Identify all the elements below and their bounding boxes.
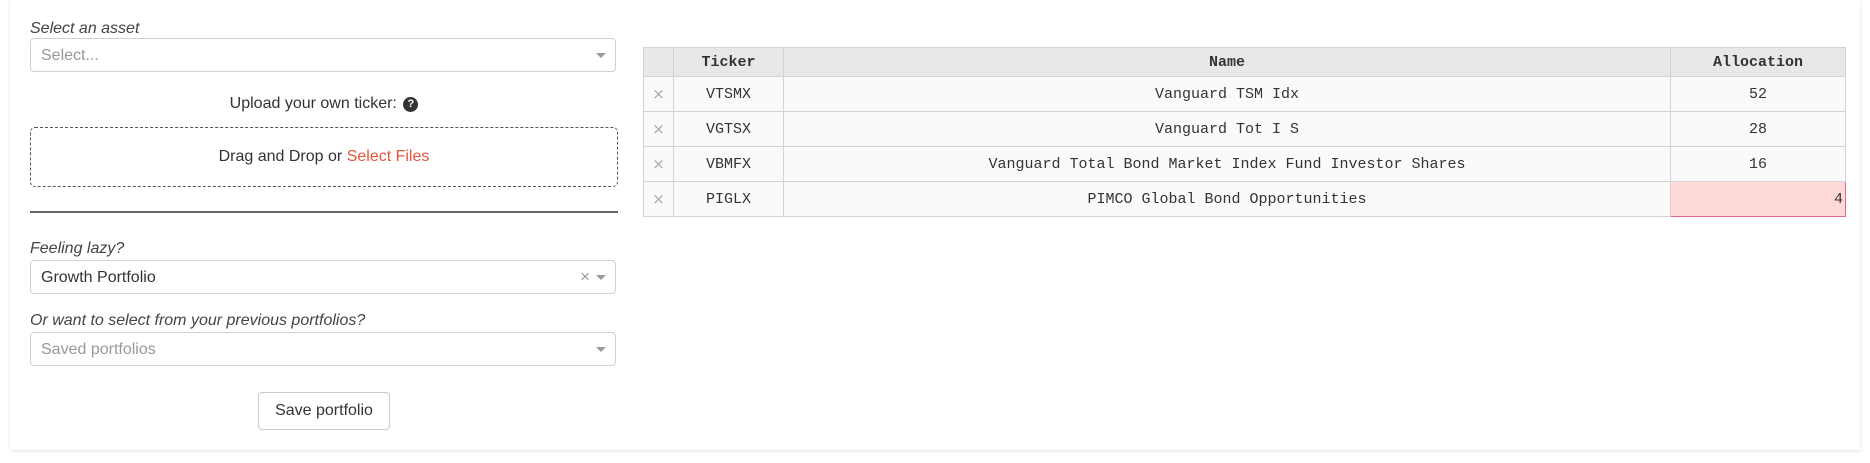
column-header-allocation[interactable]: Allocation [1670, 47, 1846, 77]
allocation-cell[interactable]: 52 [1670, 76, 1846, 112]
ticker-cell[interactable]: VBMFX [673, 146, 784, 182]
chevron-down-icon[interactable] [596, 347, 606, 352]
delete-row-icon[interactable]: × [643, 181, 674, 217]
upload-ticker-text: Upload your own ticker: [229, 95, 397, 112]
ticker-cell[interactable]: VTSMX [673, 76, 784, 112]
ticker-cell[interactable]: VGTSX [673, 111, 784, 147]
file-dropzone[interactable]: Drag and Drop or Select Files [30, 127, 618, 187]
select-files-link[interactable]: Select Files [347, 148, 430, 165]
name-cell[interactable]: Vanguard TSM Idx [783, 76, 1671, 112]
name-cell[interactable]: PIMCO Global Bond Opportunities [783, 181, 1671, 217]
table-row: × VTSMX Vanguard TSM Idx 52 [643, 76, 1846, 112]
allocation-table: Ticker Name Allocation × VTSMX Vanguard … [643, 47, 1846, 217]
delete-row-icon[interactable]: × [643, 146, 674, 182]
asset-select-placeholder: Select... [41, 47, 99, 64]
saved-portfolios-select[interactable]: Saved portfolios [30, 332, 616, 366]
allocation-cell[interactable]: 28 [1670, 111, 1846, 147]
name-cell[interactable]: Vanguard Tot I S [783, 111, 1671, 147]
delete-row-icon[interactable]: × [643, 76, 674, 112]
name-cell[interactable]: Vanguard Total Bond Market Index Fund In… [783, 146, 1671, 182]
table-row: × PIGLX PIMCO Global Bond Opportunities … [643, 181, 1846, 217]
previous-portfolios-label: Or want to select from your previous por… [30, 312, 366, 329]
asset-select[interactable]: Select... [30, 38, 616, 72]
dropzone-text: Drag and Drop or [218, 148, 343, 165]
feeling-lazy-label: Feeling lazy? [30, 240, 125, 257]
chevron-down-icon[interactable] [596, 275, 606, 280]
column-header-ticker[interactable]: Ticker [673, 47, 784, 77]
table-row: × VGTSX Vanguard Tot I S 28 [643, 111, 1846, 147]
preset-portfolio-select[interactable]: Growth Portfolio × [30, 260, 616, 294]
save-portfolio-button[interactable]: Save portfolio [258, 392, 390, 430]
question-circle-icon[interactable]: ? [403, 97, 419, 112]
delete-row-icon[interactable]: × [643, 111, 674, 147]
allocation-cell-invalid[interactable]: 4 [1670, 181, 1846, 217]
chevron-down-icon[interactable] [596, 53, 606, 58]
asset-select-label: Select an asset [30, 20, 140, 37]
clear-icon[interactable]: × [580, 266, 590, 288]
delete-column-header [643, 47, 674, 77]
table-row: × VBMFX Vanguard Total Bond Market Index… [643, 146, 1846, 182]
ticker-cell[interactable]: PIGLX [673, 181, 784, 217]
preset-portfolio-value: Growth Portfolio [41, 269, 156, 286]
table-header-row: Ticker Name Allocation [643, 47, 1846, 77]
section-divider [30, 211, 618, 213]
saved-portfolios-placeholder: Saved portfolios [41, 341, 156, 358]
upload-ticker-label: Upload your own ticker: ? [30, 95, 618, 113]
allocation-cell[interactable]: 16 [1670, 146, 1846, 182]
column-header-name[interactable]: Name [783, 47, 1671, 77]
